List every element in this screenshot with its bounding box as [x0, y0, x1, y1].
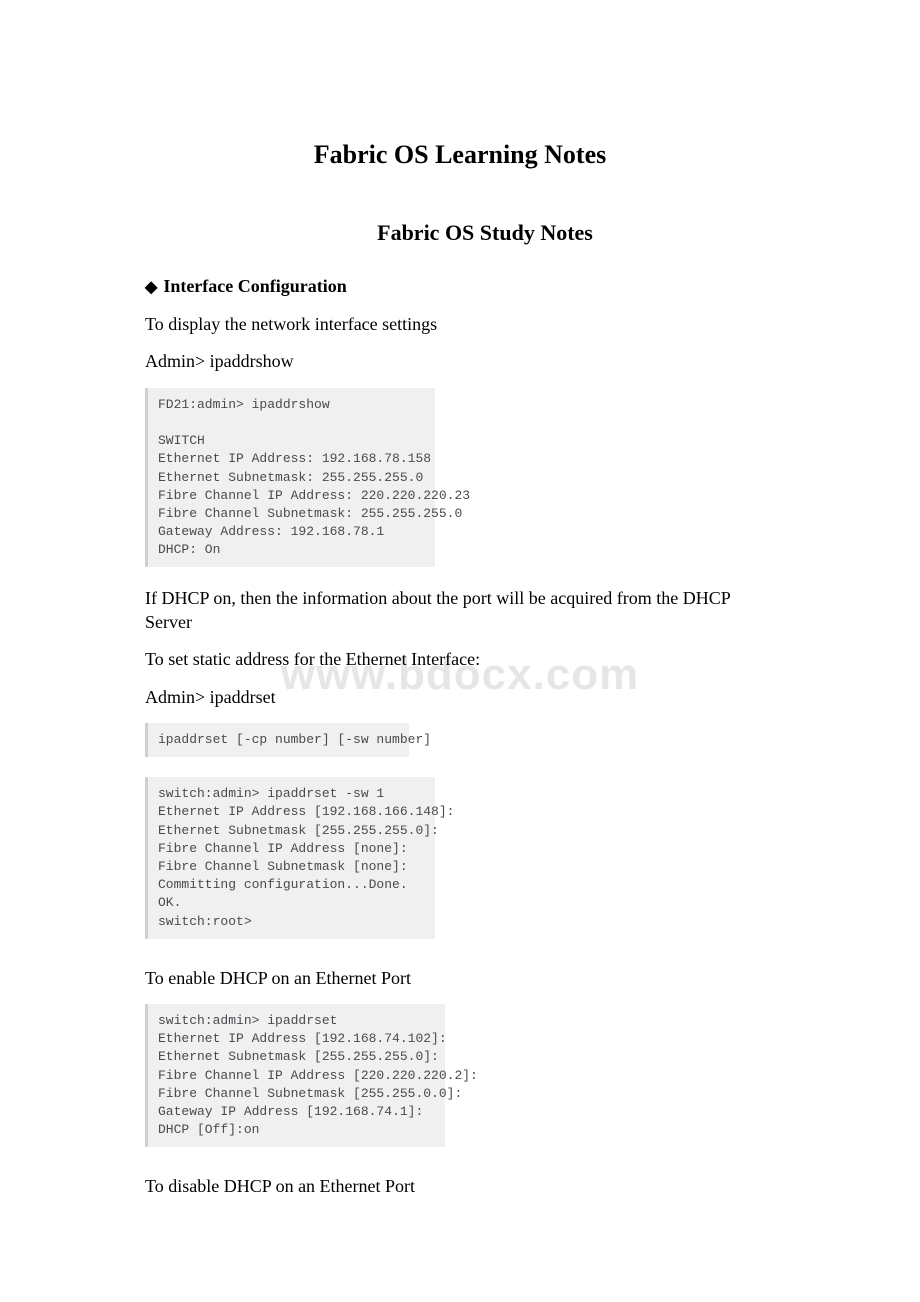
page-title: Fabric OS Learning Notes: [145, 140, 775, 170]
section-heading-interface-config: ◆ Interface Configuration: [145, 276, 775, 297]
paragraph-set-static: To set static address for the Ethernet I…: [145, 648, 775, 671]
code-block-ipaddrset-usage: ipaddrset [-cp number] [-sw number]: [145, 723, 409, 757]
code-block-ipaddrset-sw1: switch:admin> ipaddrset -sw 1 Ethernet I…: [145, 777, 435, 939]
section-heading-text: Interface Configuration: [163, 276, 346, 297]
page-content: Fabric OS Learning Notes Fabric OS Study…: [0, 0, 920, 1199]
command-ipaddrshow: Admin> ipaddrshow: [145, 350, 775, 373]
paragraph-disable-dhcp: To disable DHCP on an Ethernet Port: [145, 1175, 775, 1198]
command-ipaddrset: Admin> ipaddrset: [145, 686, 775, 709]
diamond-bullet-icon: ◆: [145, 277, 157, 297]
page-subtitle: Fabric OS Study Notes: [195, 220, 775, 246]
paragraph-enable-dhcp: To enable DHCP on an Ethernet Port: [145, 967, 775, 990]
code-block-ipaddrshow-output: FD21:admin> ipaddrshow SWITCH Ethernet I…: [145, 388, 435, 568]
paragraph-dhcp-info: If DHCP on, then the information about t…: [145, 587, 775, 634]
paragraph-display-settings: To display the network interface setting…: [145, 313, 775, 336]
code-block-enable-dhcp: switch:admin> ipaddrset Ethernet IP Addr…: [145, 1004, 445, 1147]
